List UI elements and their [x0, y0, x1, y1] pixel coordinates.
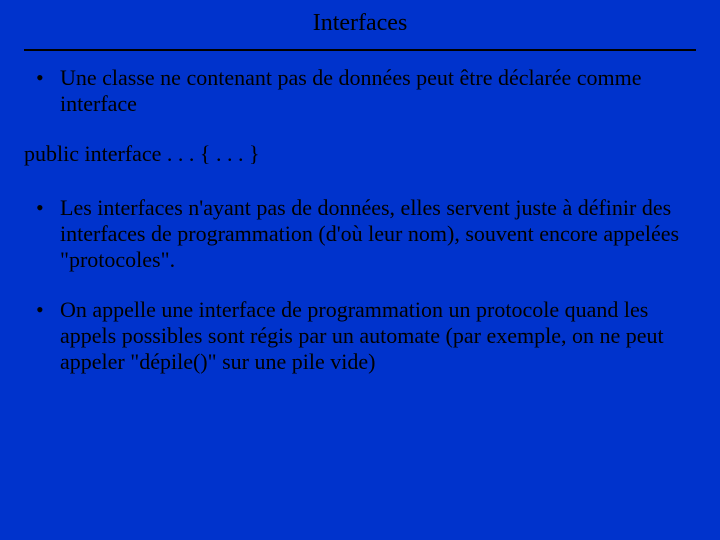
bullet-item: Une classe ne contenant pas de données p… [24, 65, 696, 117]
bullet-item: Les interfaces n'ayant pas de données, e… [24, 195, 696, 273]
slide-title: Interfaces [24, 10, 696, 43]
code-snippet: public interface . . . { . . . } [24, 141, 696, 167]
bullet-item: On appelle une interface de programmatio… [24, 297, 696, 375]
title-underline [24, 49, 696, 51]
bullet-list-2: Les interfaces n'ayant pas de données, e… [24, 195, 696, 375]
bullet-list-1: Une classe ne contenant pas de données p… [24, 65, 696, 117]
slide: Interfaces Une classe ne contenant pas d… [0, 0, 720, 540]
